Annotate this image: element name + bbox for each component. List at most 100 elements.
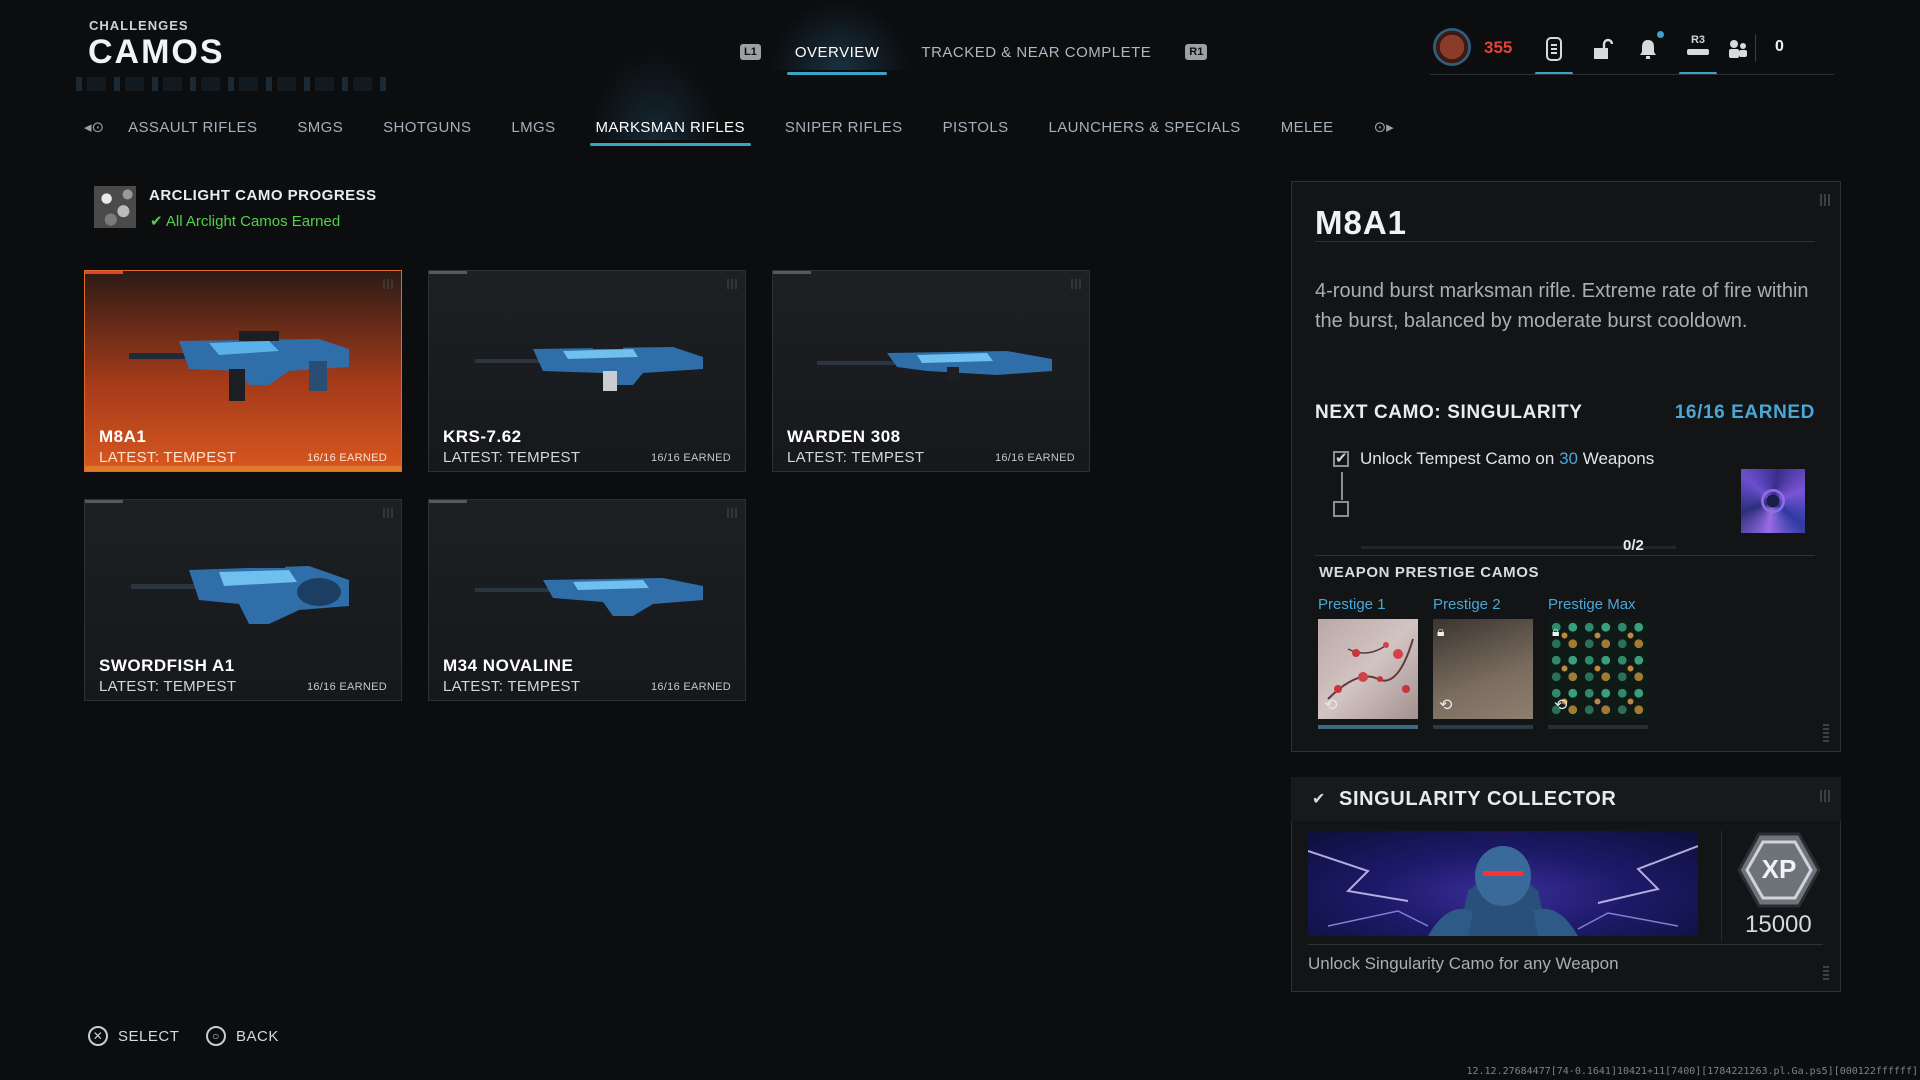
tab-melee[interactable]: MELEE [1281,119,1334,136]
rifle-icon [475,339,703,391]
rifle-icon [817,351,1052,381]
prestige-1-bar [1318,725,1418,729]
section-label: CHALLENGES [89,18,189,33]
task-checkbox-done [1333,449,1349,467]
card-marker [85,271,123,274]
r1-button-icon[interactable]: R1 [1185,44,1208,60]
task-suffix: Weapons [1582,449,1655,468]
tab-sniper-rifles[interactable]: SNIPER RIFLES [785,119,903,136]
weapon-card-krs-762[interactable]: KRS-7.62 LATEST: TEMPEST 16/16 EARNED [428,270,746,472]
weapon-earned-count: 16/16 EARNED [994,452,1075,464]
weapon-name: SWORDFISH A1 [99,656,235,675]
header-divider [1755,34,1756,62]
weapon-name: WARDEN 308 [787,427,901,446]
currency-value: 355 [1484,38,1513,57]
lock-icon: 🔒︎ [1552,623,1560,639]
detail-weapon-name: M8A1 [1315,204,1408,241]
next-camo-earned: 16/16 EARNED [1674,402,1815,423]
card-corner-mark [727,279,737,289]
xp-badge-label: XP [1761,854,1797,884]
top-tab-bar: L1 OVERVIEW TRACKED & NEAR COMPLETE R1 [740,30,1208,75]
task-count: 30 [1559,449,1578,468]
tab-pistols[interactable]: PISTOLS [943,119,1009,136]
weapon-earned-count: 16/16 EARNED [650,681,731,693]
notification-dot [1657,31,1664,38]
card-marker [429,271,467,274]
build-string: 12.12.27684477[74-0.1641]10421+11[7400][… [1466,1066,1918,1077]
weapon-earned-count: 16/16 EARNED [650,452,731,464]
tab-overview[interactable]: OVERVIEW [786,38,888,75]
cross-button-icon: ✕ [88,1026,108,1046]
left-bumper-icon[interactable]: ◂⊙ [84,118,104,136]
right-bumper-icon[interactable]: ⊙▸ [1374,118,1394,136]
arclight-camo-thumbnail [94,186,136,228]
panel-corner-mark [1820,194,1832,206]
card-marker [773,271,811,274]
weapon-name: M34 NOVALINE [443,656,574,675]
store-icon[interactable] [1539,34,1569,64]
r3-social-icon[interactable]: R3 [1683,30,1713,60]
singularity-camo-icon [1741,469,1805,533]
prestige-2-bar [1433,725,1533,729]
tab-assault-rifles[interactable]: ASSAULT RIFLES [128,119,257,136]
arclight-progress-title: ARCLIGHT CAMO PROGRESS [149,187,377,204]
weapon-earned-count: 16/16 EARNED [306,681,387,693]
weapon-latest-camo: LATEST: TEMPEST [99,678,237,695]
collector-corner-mark [1820,790,1832,802]
rifle-icon [475,570,703,616]
rifle-icon [131,558,349,624]
prestige-max-bar [1548,725,1648,729]
weapon-card-warden-308[interactable]: WARDEN 308 LATEST: TEMPEST 16/16 EARNED [772,270,1090,472]
tab-shotguns[interactable]: SHOTGUNS [383,119,471,136]
detail-divider [1315,241,1815,242]
weapon-card-m34-novaline[interactable]: M34 NOVALINE LATEST: TEMPEST 16/16 EARNE… [428,499,746,701]
collector-description: Unlock Singularity Camo for any Weapon [1308,954,1619,973]
card-marker [85,500,123,503]
unlock-icon[interactable] [1587,34,1617,64]
card-marker [429,500,467,503]
party-count: 0 [1775,38,1784,55]
title-decoration [76,77,386,91]
collector-rule [1308,944,1823,945]
card-corner-mark [1071,279,1081,289]
tab-tracked-near-complete[interactable]: TRACKED & NEAR COMPLETE [913,38,1159,67]
notification-bell-icon[interactable] [1633,34,1663,64]
check-icon: ✔ [1312,791,1326,808]
tab-lmgs[interactable]: LMGS [511,119,555,136]
prestige-symbol-icon: ⟲ [1439,697,1453,714]
card-corner-mark [727,508,737,518]
back-prompt[interactable]: ○ BACK [206,1023,279,1049]
weapon-name: KRS-7.62 [443,427,522,446]
task-connector [1341,472,1343,500]
select-prompt[interactable]: ✕ SELECT [88,1023,179,1049]
weapon-name: M8A1 [99,427,147,446]
weapon-card-m8a1[interactable]: M8A1 LATEST: TEMPEST 16/16 EARNED [84,270,402,472]
xp-reward-value: 15000 [1745,911,1812,938]
weapon-card-swordfish-a1[interactable]: SWORDFISH A1 LATEST: TEMPEST 16/16 EARNE… [84,499,402,701]
scroll-indicator[interactable] [1823,724,1829,742]
tab-marksman-rifles[interactable]: MARKSMAN RIFLES [589,119,752,146]
l1-button-icon[interactable]: L1 [740,44,761,60]
tab-launchers-specials[interactable]: LAUNCHERS & SPECIALS [1048,119,1240,136]
tab-smgs[interactable]: SMGS [297,119,343,136]
task-text: Unlock Tempest Camo on 30 Weapons [1360,449,1654,469]
rifle-icon [129,331,349,401]
header-rule [1430,74,1834,75]
prestige-camos-header: WEAPON PRESTIGE CAMOS [1319,564,1540,581]
collector-scroll-indicator[interactable] [1823,966,1829,982]
detail-divider-2 [1315,555,1815,556]
card-corner-mark [383,508,393,518]
prestige-symbol-icon: ⟲ [1554,697,1568,714]
page-title: CAMOS [88,33,225,71]
weapon-latest-camo: LATEST: TEMPEST [443,449,581,466]
card-corner-mark [383,279,393,289]
party-icon[interactable] [1723,34,1753,64]
prestige-1-camo[interactable]: ⟲ [1318,619,1418,719]
collector-divider [1721,831,1722,941]
currency-icon [1433,28,1471,66]
detail-description: 4-round burst marksman rifle. Extreme ra… [1315,280,1809,332]
select-label: SELECT [118,1027,180,1045]
prestige-2-camo[interactable]: 🔒︎ ⟲ [1433,619,1533,719]
category-tab-bar: ◂⊙ ASSAULT RIFLES SMGS SHOTGUNS LMGS MAR… [84,112,1418,146]
prestige-max-camo[interactable]: 🔒︎ ⟲ [1548,619,1648,719]
